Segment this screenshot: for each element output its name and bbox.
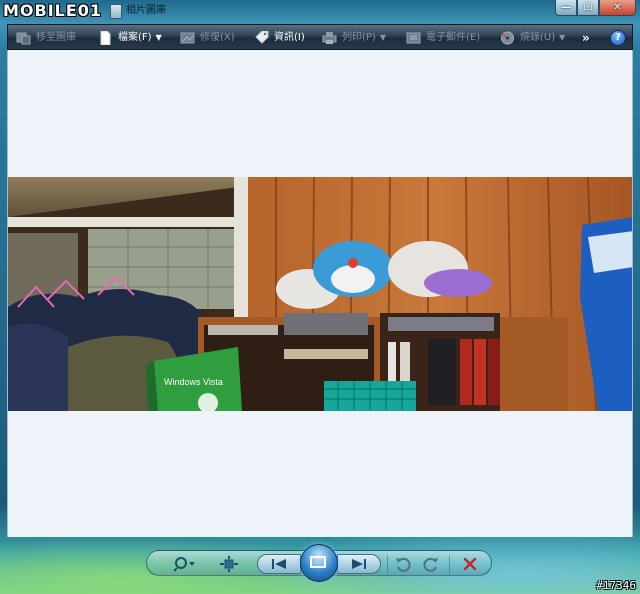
burn-menu-button[interactable]: 燒錄(U) ▼: [500, 29, 565, 47]
photo-viewer-area: Windows Vista: [7, 50, 633, 537]
title-bar: MOBILE01 相片圖庫 — ☐ ✕: [0, 0, 640, 22]
toolbar: 移至圖庫 檔案(F) ▼ 修復(X) 資訊(I) 列印(P) ▼ 電子郵件(E)…: [7, 24, 633, 50]
back-to-gallery-button[interactable]: 移至圖庫: [16, 29, 76, 47]
previous-button[interactable]: [257, 554, 301, 574]
maximize-icon: ☐: [583, 2, 593, 13]
delete-button[interactable]: [459, 554, 481, 574]
file-menu-button[interactable]: 檔案(F) ▼: [98, 29, 162, 47]
slideshow-button[interactable]: [300, 544, 338, 582]
file-icon: [100, 31, 111, 45]
burn-menu-label: 燒錄(U): [520, 32, 556, 43]
rotate-cw-button[interactable]: [421, 554, 441, 574]
burn-icon: [501, 31, 514, 45]
close-icon: ✕: [613, 2, 622, 13]
actual-size-icon: [220, 556, 238, 572]
slideshow-icon: [310, 556, 326, 568]
fix-icon: [180, 32, 195, 44]
fix-label: 修復(X): [200, 32, 235, 43]
chevron-down-icon: ▼: [559, 33, 566, 42]
info-tag-icon: [255, 31, 269, 44]
print-menu-button[interactable]: 列印(P) ▼: [322, 29, 386, 47]
back-to-gallery-label: 移至圖庫: [36, 32, 76, 43]
window-title: 相片圖庫: [126, 5, 166, 16]
print-menu-label: 列印(P): [342, 32, 376, 43]
next-icon: [352, 559, 366, 569]
delete-icon: [463, 557, 477, 571]
next-button[interactable]: [337, 554, 381, 574]
minimize-icon: —: [561, 2, 571, 13]
email-label: 電子郵件(E): [426, 32, 481, 43]
back-to-gallery-icon: [16, 32, 31, 45]
zoom-icon: [174, 557, 195, 572]
site-logo: MOBILE01: [3, 1, 103, 20]
previous-icon: [272, 559, 286, 569]
toolbar-overflow-button[interactable]: »: [582, 29, 590, 47]
rotate-ccw-button[interactable]: [393, 554, 413, 574]
info-button[interactable]: 資訊(I): [254, 29, 305, 47]
email-button[interactable]: 電子郵件(E): [406, 29, 480, 47]
help-icon: ?: [615, 32, 621, 43]
maximize-button[interactable]: ☐: [577, 0, 599, 16]
fix-button[interactable]: 修復(X): [180, 29, 235, 47]
overflow-chevron-icon: »: [582, 31, 590, 45]
box-label: Windows Vista: [164, 377, 223, 387]
minimize-button[interactable]: —: [555, 0, 577, 16]
close-window-button[interactable]: ✕: [599, 0, 636, 16]
rotate-ccw-icon: [396, 557, 411, 572]
email-icon: [406, 32, 421, 44]
print-icon: [322, 32, 337, 44]
file-menu-label: 檔案(F): [118, 32, 152, 43]
chevron-down-icon: ▼: [379, 33, 386, 42]
zoom-button[interactable]: [171, 554, 199, 574]
photo-image[interactable]: Windows Vista: [8, 177, 633, 411]
help-button[interactable]: ?: [610, 30, 626, 46]
watermark-id: #17346: [596, 579, 636, 592]
actual-size-button[interactable]: [217, 554, 241, 574]
info-label: 資訊(I): [274, 32, 305, 43]
photo-gallery-app-icon: [110, 4, 122, 19]
separator: [449, 555, 450, 573]
separator: [387, 555, 388, 573]
rotate-cw-icon: [423, 557, 438, 572]
chevron-down-icon: ▼: [155, 33, 162, 42]
